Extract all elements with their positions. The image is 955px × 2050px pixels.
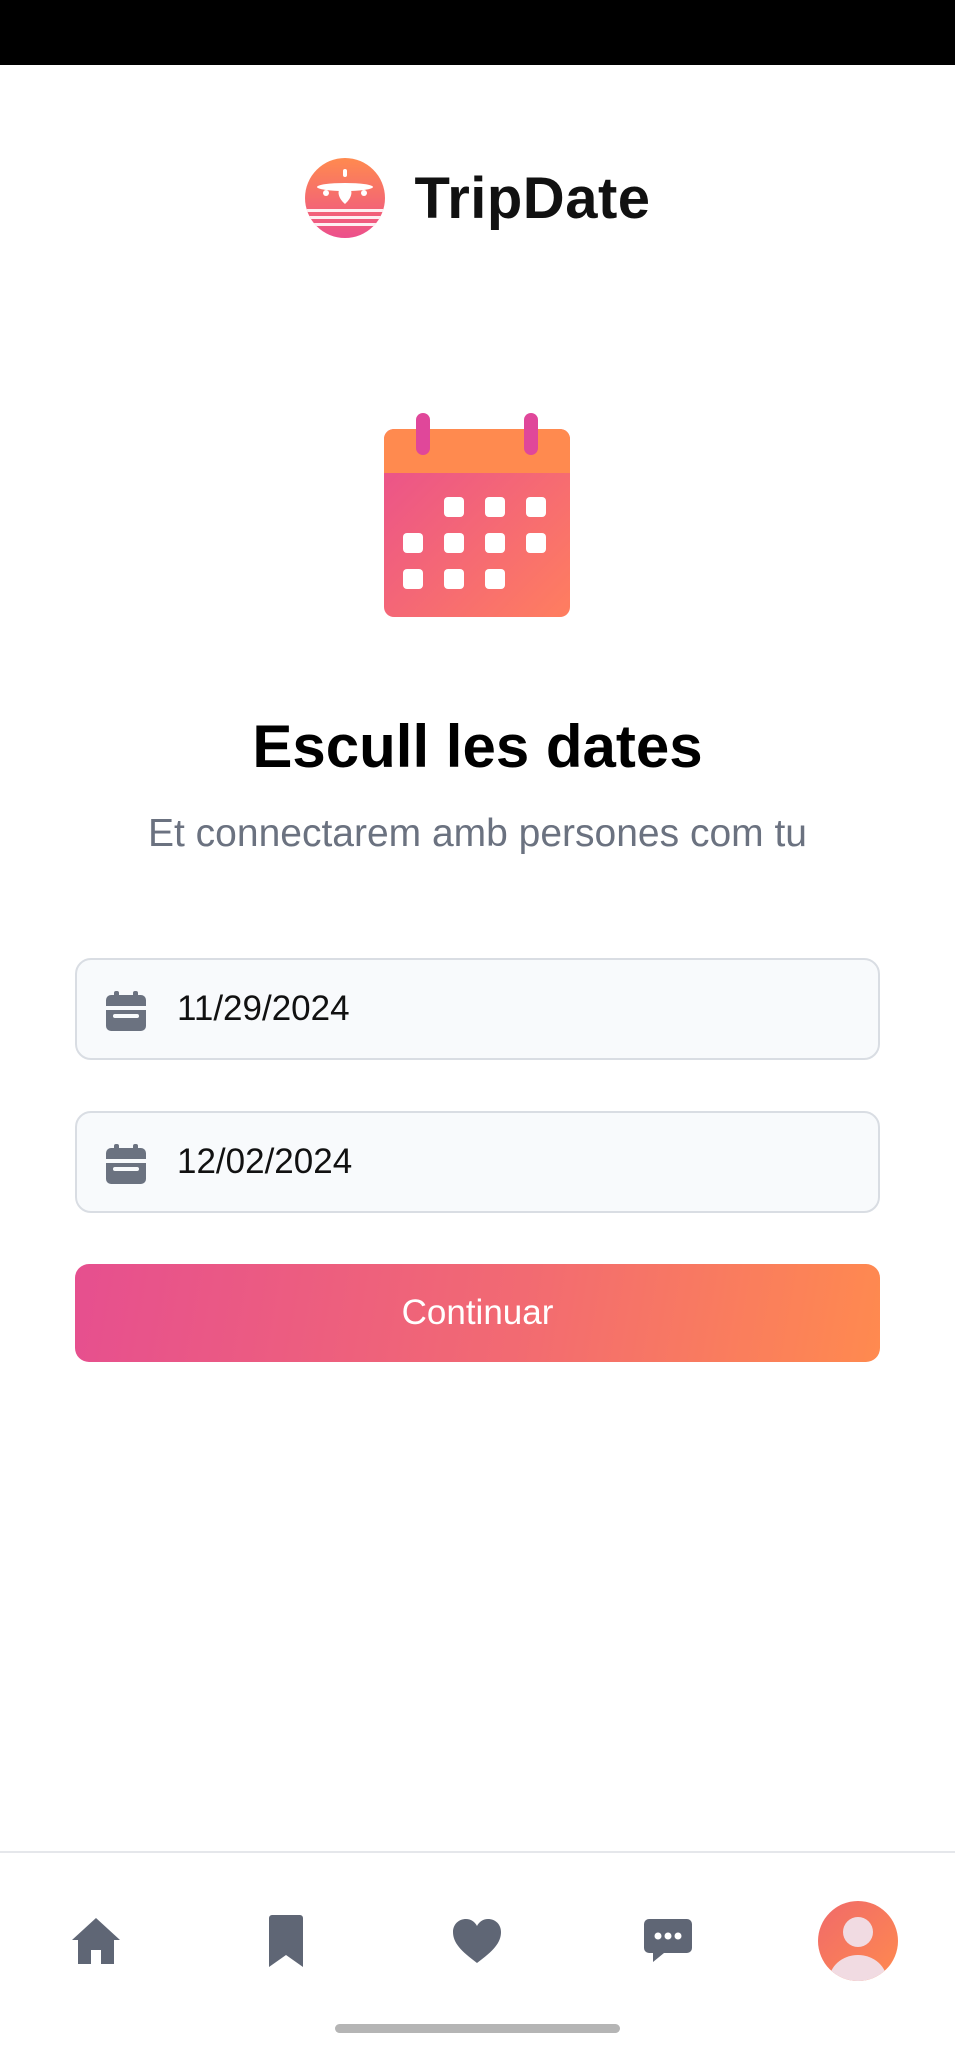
calendar-illustration-icon xyxy=(382,413,572,623)
start-date-field[interactable]: 11/29/2024 xyxy=(75,958,880,1060)
app-header: TripDate xyxy=(0,150,955,246)
home-icon xyxy=(70,1916,122,1971)
bookmark-icon xyxy=(269,1914,303,1972)
nav-item-profile[interactable] xyxy=(818,1900,898,1986)
continue-button[interactable]: Continuar xyxy=(75,1264,880,1362)
bottom-navigation xyxy=(0,1851,955,2050)
page-title: Escull les dates xyxy=(252,713,703,780)
nav-item-home[interactable] xyxy=(56,1903,136,1983)
page-subtitle: Et connectarem amb persones com tu xyxy=(148,812,807,855)
calendar-icon xyxy=(105,990,147,1037)
avatar xyxy=(818,1900,898,1986)
start-date-value: 11/29/2024 xyxy=(177,989,350,1028)
end-date-value: 12/02/2024 xyxy=(177,1142,353,1181)
home-indicator xyxy=(335,2024,620,2033)
status-bar xyxy=(0,0,955,65)
app-title: TripDate xyxy=(414,165,651,231)
calendar-icon xyxy=(105,1143,147,1190)
nav-item-saved[interactable] xyxy=(246,1903,326,1983)
chat-icon xyxy=(644,1918,692,1968)
tripdate-logo-icon xyxy=(304,157,386,239)
end-date-field[interactable]: 12/02/2024 xyxy=(75,1111,880,1213)
nav-item-likes[interactable] xyxy=(437,1903,517,1983)
heart-icon xyxy=(453,1918,501,1968)
nav-item-messages[interactable] xyxy=(628,1903,708,1983)
